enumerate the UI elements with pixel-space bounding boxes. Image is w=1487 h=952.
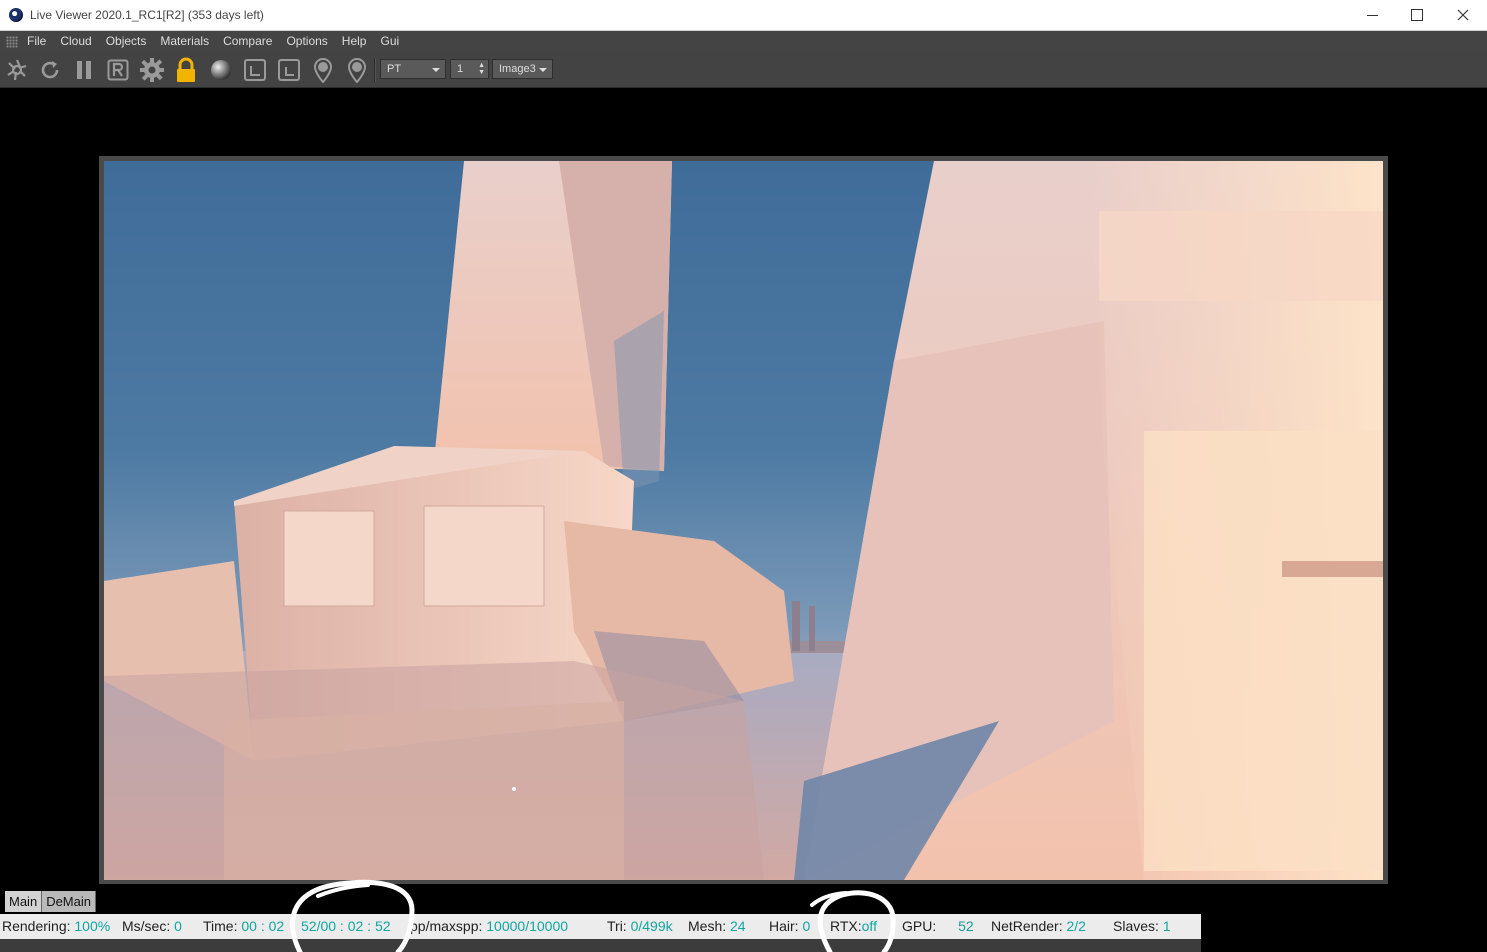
- chevron-down-icon: [432, 68, 440, 72]
- status-time-value-b: 52/00 : 02 : 52: [301, 918, 391, 934]
- pass-spinner-value: 1: [457, 63, 464, 75]
- status-time: Time: 00 : 02: [203, 914, 284, 939]
- focus-pin-icon[interactable]: [309, 56, 337, 84]
- menu-options[interactable]: Options: [279, 34, 334, 48]
- lock-icon[interactable]: [172, 56, 200, 84]
- kernel-select-value: PT: [387, 63, 402, 75]
- grip-icon: [6, 36, 18, 48]
- tab-main[interactable]: Main: [5, 891, 43, 912]
- status-mesh: Mesh: 24: [688, 914, 746, 939]
- image-select-value: Image3: [499, 63, 536, 75]
- minimize-button[interactable]: [1349, 0, 1395, 30]
- status-tri-value: 0/499k: [630, 918, 673, 934]
- maximize-button[interactable]: [1394, 0, 1440, 30]
- status-time-value-a: 00 : 02: [241, 918, 285, 934]
- status-rendering-label: Rendering:: [2, 918, 71, 934]
- chevron-down-icon: [539, 68, 547, 72]
- status-tri: Tri: 0/499k: [607, 914, 673, 939]
- spinner-arrows-icon[interactable]: ▲ ▼: [478, 62, 485, 76]
- status-rendering-value: 100%: [74, 918, 111, 934]
- status-mesh-label: Mesh:: [688, 918, 727, 934]
- status-mssec: Ms/sec: 0: [122, 914, 182, 939]
- menu-file[interactable]: File: [20, 34, 53, 48]
- refresh-icon[interactable]: [36, 56, 64, 84]
- pass-spinner[interactable]: 1 ▲ ▼: [450, 59, 489, 79]
- status-gpu-label: GPU:: [902, 918, 937, 934]
- status-time-label: Time:: [203, 918, 238, 934]
- image-select[interactable]: Image3: [492, 59, 553, 79]
- status-netrender: NetRender: 2/2: [991, 914, 1086, 939]
- title-bar: Live Viewer 2020.1_RC1[R2] (353 days lef…: [0, 0, 1487, 31]
- status-slaves-value: 1: [1162, 918, 1171, 934]
- material-sphere-icon[interactable]: [207, 56, 235, 84]
- status-mssec-value: 0: [174, 918, 182, 934]
- status-netrender-value: 2/2: [1066, 918, 1086, 934]
- pause-icon[interactable]: [70, 56, 98, 84]
- status-spp-value: 10000/10000: [486, 918, 569, 934]
- close-button[interactable]: [1440, 0, 1486, 30]
- app-logo-icon: [9, 8, 23, 22]
- status-hair-value: 0: [802, 918, 811, 934]
- status-slaves: Slaves: 1: [1113, 914, 1171, 939]
- maximize-icon: [1411, 9, 1423, 21]
- status-rtx-label: RTX:: [830, 918, 862, 934]
- status-hair: Hair: 0: [769, 914, 810, 939]
- menu-gui[interactable]: Gui: [373, 34, 406, 48]
- menu-help[interactable]: Help: [335, 34, 374, 48]
- status-hair-label: Hair:: [769, 918, 799, 934]
- menu-bar: File Cloud Objects Materials Compare Opt…: [0, 31, 1487, 52]
- status-bar: Rendering: 100% Ms/sec: 0 Time: 00 : 02 …: [0, 914, 1201, 939]
- menu-cloud[interactable]: Cloud: [53, 34, 98, 48]
- render-scene-graphic: [104, 161, 1383, 880]
- status-slaves-label: Slaves:: [1113, 918, 1159, 934]
- settings-gear-icon[interactable]: [138, 56, 166, 84]
- status-spp-label: pp/maxspp:: [410, 918, 483, 934]
- menu-materials[interactable]: Materials: [153, 34, 216, 48]
- status-gpu-value: 52: [958, 918, 974, 934]
- toolbar-separator: [374, 58, 376, 82]
- tab-demain[interactable]: DeMain: [42, 891, 96, 912]
- status-spp: pp/maxspp: 10000/10000: [410, 914, 568, 939]
- bottom-strip: [0, 939, 1201, 952]
- render-image[interactable]: [104, 161, 1383, 880]
- status-tri-label: Tri:: [607, 918, 627, 934]
- window-title: Live Viewer 2020.1_RC1[R2] (353 days lef…: [30, 8, 264, 22]
- status-gpu: GPU: 52: [902, 914, 974, 939]
- material-pin-icon[interactable]: [343, 56, 371, 84]
- region-render-icon[interactable]: [104, 56, 132, 84]
- status-mesh-value: 24: [730, 918, 746, 934]
- menu-objects[interactable]: Objects: [99, 34, 154, 48]
- kernel-select[interactable]: PT: [380, 59, 446, 79]
- aperture-icon[interactable]: [3, 56, 31, 84]
- status-mssec-label: Ms/sec:: [122, 918, 171, 934]
- menu-compare[interactable]: Compare: [216, 34, 279, 48]
- frame-alt-icon[interactable]: [275, 56, 303, 84]
- minimize-icon: [1366, 14, 1378, 16]
- menu-items: File Cloud Objects Materials Compare Opt…: [20, 34, 406, 48]
- status-rtx: RTX:off: [830, 914, 877, 939]
- toolbar: PT 1 ▲ ▼ Image3: [0, 52, 1487, 88]
- close-icon: [1457, 9, 1469, 21]
- view-tabs: Main DeMain: [5, 891, 96, 912]
- frame-icon[interactable]: [241, 56, 269, 84]
- status-netrender-label: NetRender:: [991, 918, 1063, 934]
- status-rendering: Rendering: 100%: [2, 914, 110, 939]
- render-viewport[interactable]: [99, 156, 1388, 884]
- status-rtx-value: off: [861, 918, 877, 934]
